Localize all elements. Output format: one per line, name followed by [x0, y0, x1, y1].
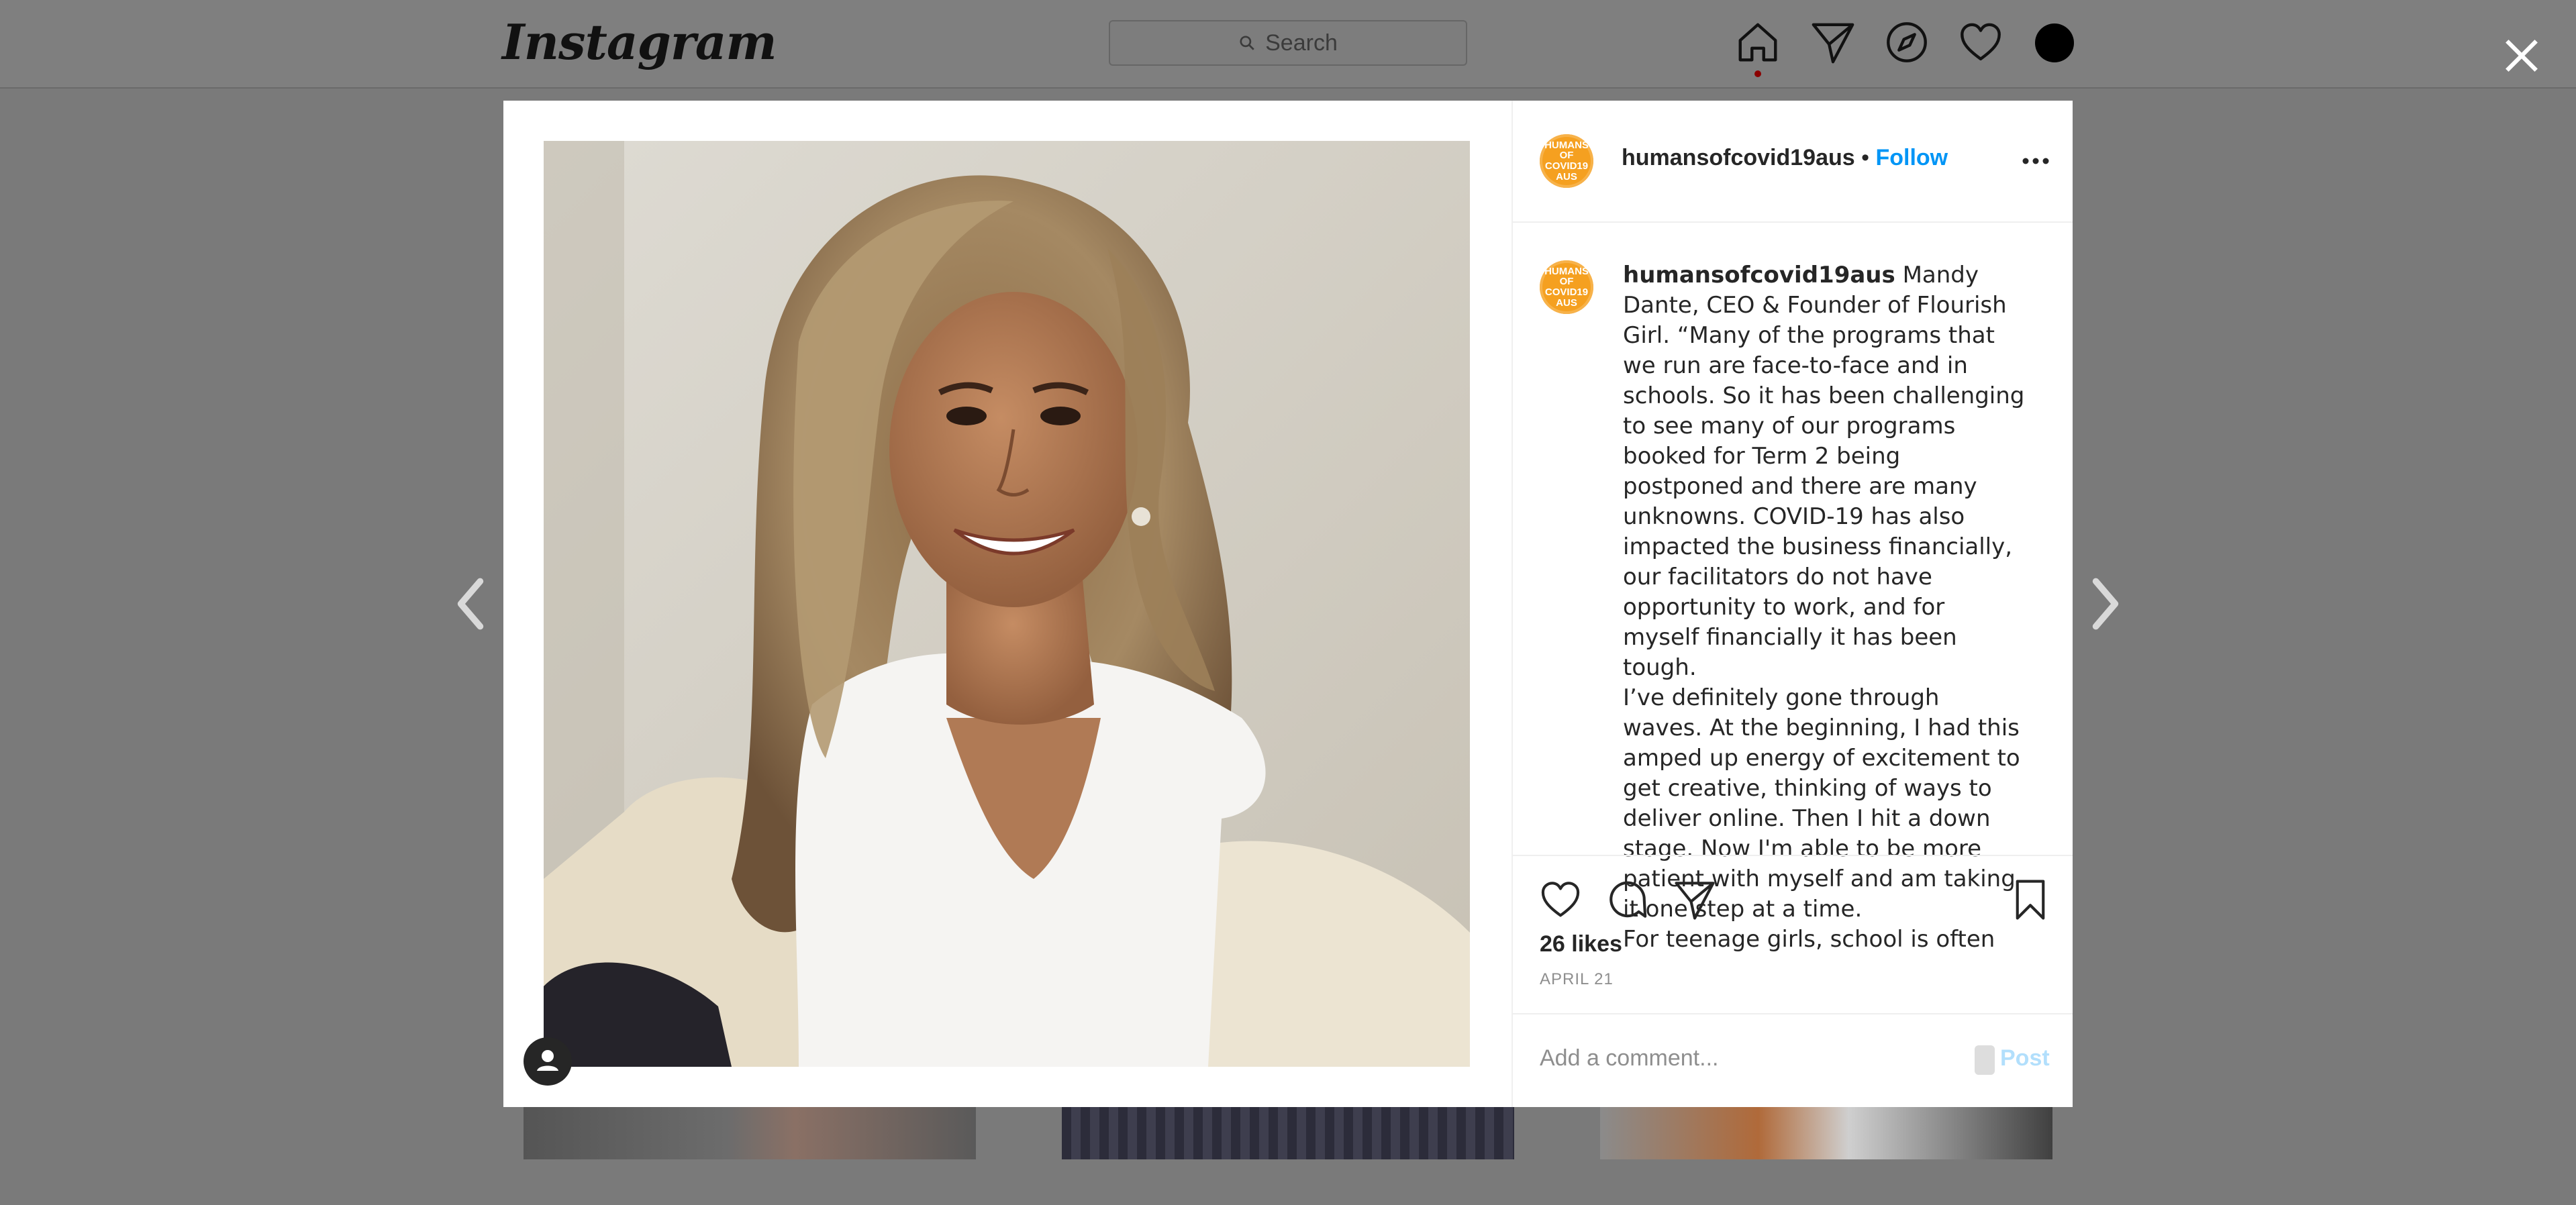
post-photo[interactable] [544, 141, 1470, 1067]
comment-input[interactable]: Add a comment... [1540, 1045, 1718, 1071]
post-modal: HUMANS OF COVID19 AUS humansofcovid19aus… [503, 101, 2073, 1107]
likes-count[interactable]: 26 likes [1540, 931, 1622, 957]
top-navigation-bar: Instagram Search [0, 0, 2576, 89]
author-avatar[interactable]: HUMANS OF COVID19 AUS [1540, 134, 1593, 188]
author-avatar-text: HUMANS OF COVID19 AUS [1544, 139, 1589, 182]
home-icon[interactable] [1734, 19, 1781, 66]
caption-scroll-area[interactable]: HUMANS OF COVID19 AUS humansofcovid19aus… [1513, 223, 2073, 954]
close-icon[interactable] [2501, 35, 2542, 76]
loading-spinner-icon [1975, 1045, 1995, 1075]
follow-button[interactable]: Follow [1875, 145, 1948, 170]
author-username[interactable]: humansofcovid19aus [1622, 145, 1855, 170]
notification-dot [1754, 70, 1761, 77]
comment-bubble-icon[interactable] [1605, 878, 1650, 922]
more-options-icon[interactable] [2019, 148, 2052, 174]
comment-bar: Add a comment... Post [1513, 1013, 2073, 1108]
grid-post-thumbnail[interactable] [524, 1106, 976, 1159]
direct-message-icon[interactable] [1810, 19, 1856, 66]
grid-post-thumbnail[interactable] [1062, 1106, 1514, 1159]
post-media [503, 101, 1512, 1107]
post-header: HUMANS OF COVID19 AUS humansofcovid19aus… [1513, 101, 2073, 223]
separator-dot: • [1861, 145, 1870, 170]
portrait-illustration [544, 141, 1470, 1067]
instagram-logo[interactable]: Instagram [502, 13, 777, 70]
save-bookmark-icon[interactable] [2008, 878, 2052, 922]
caption-paragraph: humansofcovid19aus Mandy Dante, CEO & Fo… [1623, 260, 2026, 683]
caption-avatar-text: HUMANS OF COVID19 AUS [1544, 265, 1589, 309]
explore-compass-icon[interactable] [1883, 19, 1930, 66]
previous-post-chevron-icon[interactable] [454, 577, 487, 631]
activity-heart-icon[interactable] [1957, 19, 2004, 66]
search-placeholder: Search [1265, 30, 1338, 56]
post-actions: 26 likes APRIL 21 [1513, 855, 2073, 1024]
caption-author-avatar[interactable]: HUMANS OF COVID19 AUS [1540, 260, 1593, 314]
profile-avatar[interactable] [2035, 23, 2074, 62]
caption-username[interactable]: humansofcovid19aus [1623, 262, 1895, 289]
user-icon [537, 1050, 558, 1071]
next-post-chevron-icon[interactable] [2089, 577, 2122, 631]
tagged-users-button[interactable] [524, 1037, 572, 1086]
post-sidebar: HUMANS OF COVID19 AUS humansofcovid19aus… [1512, 101, 2073, 1107]
post-caption: humansofcovid19aus Mandy Dante, CEO & Fo… [1623, 260, 2026, 954]
like-heart-icon[interactable] [1538, 878, 1583, 922]
grid-post-thumbnail[interactable] [1600, 1106, 2052, 1159]
share-paper-plane-icon[interactable] [1673, 878, 1717, 922]
caption-text: Mandy Dante, CEO & Founder of Flourish G… [1623, 262, 2025, 681]
post-author-line: humansofcovid19aus • Follow [1622, 145, 1948, 171]
post-comment-button[interactable]: Post [2000, 1045, 2050, 1071]
search-input[interactable]: Search [1109, 20, 1467, 66]
search-icon [1240, 36, 1254, 50]
post-date: APRIL 21 [1540, 970, 1614, 988]
